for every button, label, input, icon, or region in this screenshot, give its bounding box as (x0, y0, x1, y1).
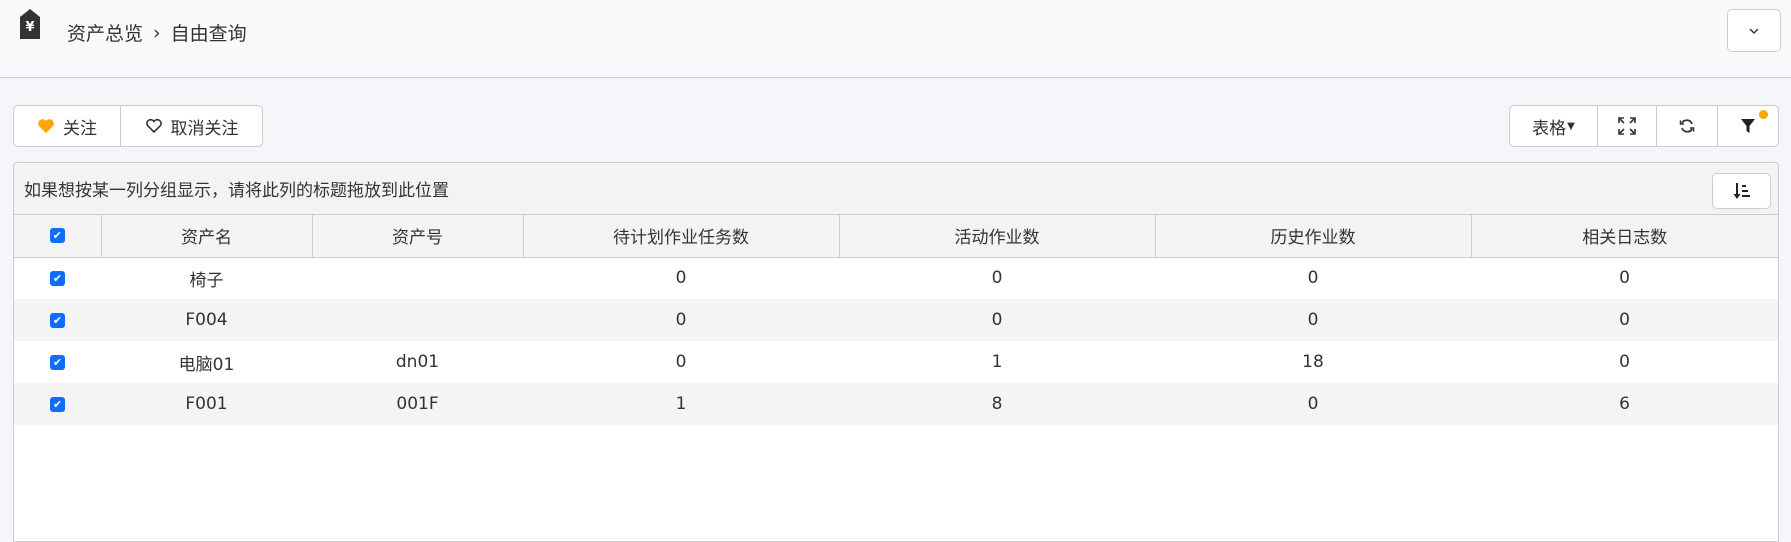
cell-related-logs: 0 (1471, 299, 1778, 341)
column-header-asset-no[interactable]: 资产号 (312, 215, 524, 258)
grid-table: ✔ 资产名 资产号 待计划作业任务数 活动作业数 历史作业数 相关日志数 ✔ 椅子… (14, 215, 1778, 425)
cell-asset-no (312, 257, 523, 299)
table-row[interactable]: ✔ F004 0 0 0 0 (14, 299, 1778, 341)
check-icon: ✔ (50, 396, 65, 412)
breadcrumb: 资产总览 › 自由查询 (67, 19, 247, 46)
table-row[interactable]: ✔ 电脑01 dn01 0 1 18 0 (14, 341, 1778, 383)
caret-down-icon: ▼ (1567, 120, 1575, 132)
filter-button[interactable] (1717, 106, 1778, 146)
expand-icon (1618, 117, 1636, 135)
cell-planned-tasks: 0 (675, 268, 687, 289)
breadcrumb-separator: › (153, 21, 161, 44)
check-icon: ✔ (49, 228, 65, 244)
cell-history-jobs: 0 (1307, 268, 1319, 289)
cell-asset-name: F001 (101, 383, 312, 425)
column-header-active-jobs[interactable]: 活动作业数 (839, 215, 1156, 258)
unfollow-label: 取消关注 (170, 118, 239, 139)
asset-tag-icon: ¥ (20, 9, 40, 39)
view-mode-label: 表格 (1532, 118, 1567, 139)
cell-active-jobs: 1 (991, 352, 1003, 372)
follow-button[interactable]: 关注 (14, 106, 120, 146)
cell-related-logs: 6 (1471, 383, 1778, 425)
row-checkbox[interactable]: ✔ (14, 299, 101, 341)
check-icon: ✔ (50, 270, 65, 286)
breadcrumb-free-query: 自由查询 (170, 23, 247, 45)
header-row: ✔ 资产名 资产号 待计划作业任务数 活动作业数 历史作业数 相关日志数 (14, 215, 1778, 258)
row-checkbox[interactable]: ✔ (14, 383, 101, 425)
column-header-related-logs[interactable]: 相关日志数 (1471, 215, 1778, 258)
row-checkbox[interactable]: ✔ (14, 257, 101, 299)
group-hint: 如果想按某一列分组显示，请将此列的标题拖放到此位置 (24, 181, 449, 201)
cell-history-jobs: 0 (1155, 299, 1471, 341)
cell-planned-tasks: 0 (523, 299, 839, 341)
column-header-history-jobs[interactable]: 历史作业数 (1155, 215, 1472, 258)
cell-asset-no: dn01 (395, 352, 440, 372)
cell-asset-name: 电脑01 (178, 354, 235, 375)
row-checkbox[interactable]: ✔ (14, 341, 101, 383)
cell-planned-tasks: 1 (523, 383, 839, 425)
group-drop-area[interactable]: 如果想按某一列分组显示，请将此列的标题拖放到此位置 (14, 163, 1778, 215)
top-header: ¥ 资产总览 › 自由查询 (0, 0, 1791, 78)
select-all-checkbox[interactable]: ✔ (14, 215, 102, 258)
column-header-planned-tasks[interactable]: 待计划作业任务数 (523, 215, 840, 258)
header-dropdown-button[interactable] (1727, 9, 1781, 52)
heart-filled-icon (38, 119, 54, 133)
check-icon: ✔ (50, 312, 65, 328)
column-header-asset-name[interactable]: 资产名 (101, 215, 313, 258)
cell-asset-no: 001F (312, 383, 523, 425)
data-grid: 如果想按某一列分组显示，请将此列的标题拖放到此位置 ✔ 资产名 资产号 待计划作… (13, 162, 1779, 542)
cell-active-jobs: 0 (991, 268, 1003, 289)
refresh-icon (1679, 119, 1695, 133)
cell-asset-name: F004 (101, 299, 312, 341)
cell-related-logs: 0 (1619, 352, 1630, 372)
cell-active-jobs: 0 (839, 299, 1155, 341)
toolbar-button-group: 表格 ▼ (1509, 105, 1779, 147)
table-row[interactable]: ✔ 椅子 0 0 0 0 (14, 257, 1778, 299)
cell-active-jobs: 8 (839, 383, 1155, 425)
cell-related-logs: 0 (1619, 268, 1630, 289)
chevron-down-icon (1749, 28, 1759, 34)
cell-asset-no (312, 299, 523, 341)
sort-descending-icon (1733, 183, 1750, 199)
cell-history-jobs: 0 (1155, 383, 1471, 425)
filter-icon (1741, 119, 1755, 133)
cell-planned-tasks: 0 (675, 352, 687, 372)
breadcrumb-asset-overview[interactable]: 资产总览 (67, 19, 143, 46)
table-row[interactable]: ✔ F001 001F 1 8 0 6 (14, 383, 1778, 425)
filter-active-dot (1759, 110, 1768, 119)
refresh-button[interactable] (1656, 106, 1717, 146)
follow-button-group: 关注 取消关注 (13, 105, 263, 147)
follow-label: 关注 (63, 118, 97, 139)
fullscreen-button[interactable] (1597, 106, 1656, 146)
view-mode-dropdown[interactable]: 表格 ▼ (1510, 106, 1597, 146)
unfollow-button[interactable]: 取消关注 (120, 106, 262, 146)
check-icon: ✔ (50, 354, 65, 370)
sort-button[interactable] (1712, 173, 1771, 209)
cell-history-jobs: 18 (1302, 352, 1324, 372)
heart-outline-icon (145, 118, 162, 134)
cell-asset-name: 椅子 (189, 270, 224, 291)
svg-text:¥: ¥ (25, 20, 34, 35)
